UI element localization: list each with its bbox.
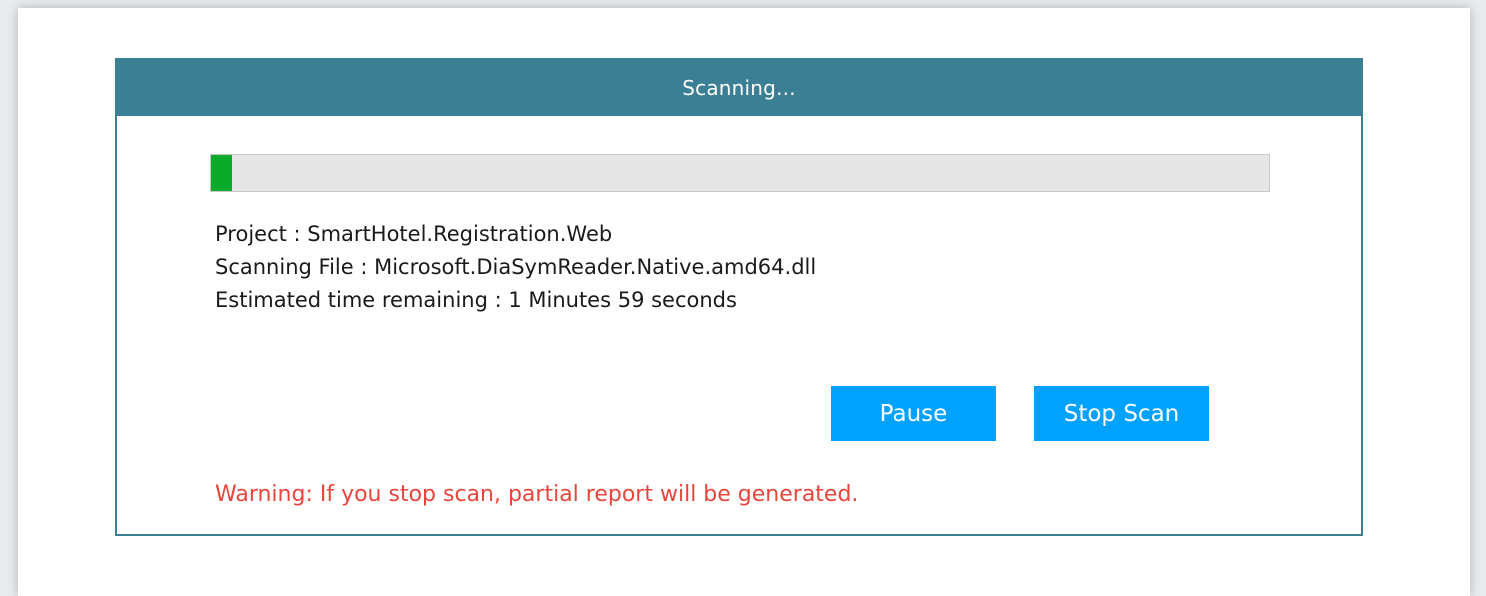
dialog-title: Scanning... <box>117 60 1361 116</box>
scanning-file-label: Scanning File : Microsoft.DiaSymReader.N… <box>215 255 817 279</box>
time-remaining-label: Estimated time remaining : 1 Minutes 59 … <box>215 288 737 312</box>
pause-button[interactable]: Pause <box>831 386 996 441</box>
scan-info: Project : SmartHotel.Registration.Web Sc… <box>215 218 816 317</box>
progress-bar-fill <box>211 155 233 191</box>
warning-message: Warning: If you stop scan, partial repor… <box>215 482 859 507</box>
scan-dialog: Scanning... Project : SmartHotel.Registr… <box>115 58 1363 536</box>
page-canvas: Scanning... Project : SmartHotel.Registr… <box>18 8 1470 596</box>
progress-bar <box>210 154 1270 192</box>
project-label: Project : SmartHotel.Registration.Web <box>215 222 613 246</box>
stop-scan-button[interactable]: Stop Scan <box>1034 386 1209 441</box>
